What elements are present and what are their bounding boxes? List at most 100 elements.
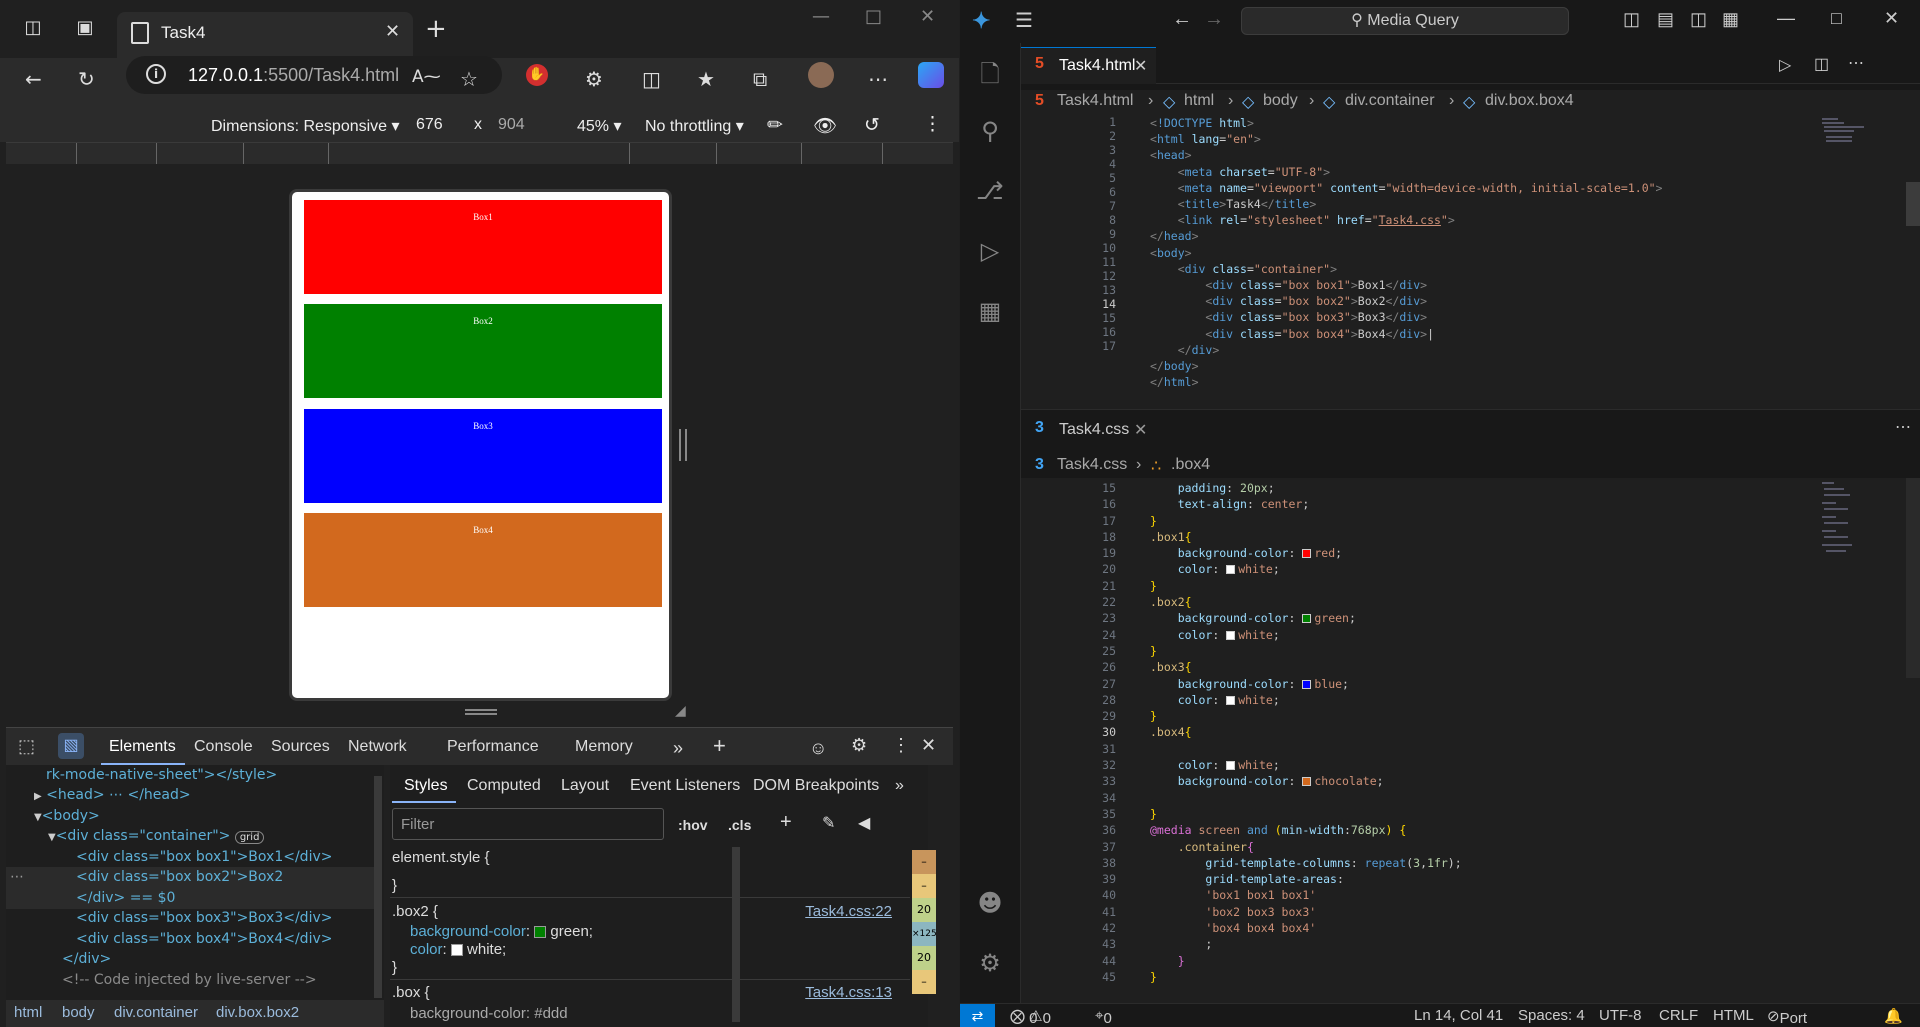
split-screen-icon[interactable]: ◫ [642, 67, 661, 91]
tree-line-container-close[interactable]: </div> [62, 949, 111, 970]
margin-bottom-value[interactable]: – [912, 970, 936, 994]
workspaces-icon[interactable]: ◫ [20, 15, 46, 41]
tree-line-container[interactable]: ▼<div class="container"> grid [48, 826, 265, 849]
html-crumb-0[interactable]: Task4.html [1057, 92, 1133, 110]
toggle-sidebar-icon[interactable]: ◫ [1623, 9, 1640, 30]
css-scrollbar[interactable] [1906, 478, 1920, 678]
maximize-icon[interactable]: □ [865, 6, 882, 27]
run-icon[interactable]: ▷ [1779, 55, 1791, 75]
customize-layout-icon[interactable]: ▦ [1722, 9, 1739, 30]
favorites-icon[interactable]: ★ [697, 67, 715, 91]
tab-console[interactable]: Console [194, 738, 253, 756]
css-minimap[interactable] [1820, 478, 1880, 568]
styles-scrollbar[interactable] [732, 847, 740, 1022]
box2-source-link[interactable]: Task4.css:22 [805, 903, 892, 920]
copilot-icon[interactable] [918, 62, 944, 88]
device-more-icon[interactable]: ⋮ [923, 113, 942, 136]
adblock-icon[interactable]: ✋ [526, 64, 548, 86]
padding-top-value[interactable]: 20 [912, 898, 936, 922]
elements-tree[interactable]: rk-mode-native-sheet"></style> ▶ <head> … [6, 765, 384, 1000]
html-crumb-4[interactable]: div.box.box4 [1485, 92, 1574, 110]
cls-toggle[interactable]: .cls [728, 817, 751, 833]
menu-icon[interactable]: ☰ [1015, 8, 1033, 33]
notifications-icon[interactable]: 🔔 [1884, 1007, 1903, 1025]
new-rule-icon[interactable]: + [780, 811, 792, 834]
accounts-icon[interactable]: ☻ [974, 889, 1006, 921]
close-tab-icon[interactable]: ✕ [385, 21, 400, 42]
tab-layout[interactable]: Layout [561, 777, 609, 795]
live-server-port[interactable]: ⊘ Port : 5500 [1767, 1007, 1807, 1027]
search-icon[interactable]: ⚲ [974, 117, 1006, 149]
crumb-box2[interactable]: div.box.box2 [216, 1004, 299, 1021]
vscode-minimize-icon[interactable]: — [1777, 8, 1795, 29]
width-input[interactable]: 676 [416, 116, 443, 134]
vscode-close-icon[interactable]: ✕ [1884, 8, 1899, 29]
toggle-secondary-sidebar-icon[interactable]: ◫ [1690, 9, 1707, 30]
margin-top-value[interactable]: – [912, 850, 936, 874]
border-value[interactable]: – [912, 874, 936, 898]
browser-tab[interactable]: Task4 ✕ [117, 12, 413, 58]
throttling-select[interactable]: No throttling ▾ [645, 116, 744, 136]
cursor-position[interactable]: Ln 14, Col 41 [1414, 1007, 1503, 1024]
command-center-search[interactable]: ⚲ Media Query [1241, 7, 1569, 35]
tab-event-listeners[interactable]: Event Listeners [630, 777, 740, 795]
nav-forward-icon[interactable]: → [1204, 8, 1224, 31]
indentation[interactable]: Spaces: 4 [1518, 1007, 1585, 1024]
html-crumb-1[interactable]: html [1184, 92, 1214, 110]
run-debug-icon[interactable]: ▷ [974, 237, 1006, 269]
box-source-link[interactable]: Task4.css:13 [805, 984, 892, 1001]
tree-line[interactable]: rk-mode-native-sheet"></style> [46, 765, 277, 786]
vision-icon[interactable]: 👁 [813, 114, 837, 138]
devtools-settings-icon[interactable]: ⚙ [851, 735, 867, 756]
nav-back-icon[interactable]: ← [1172, 8, 1192, 31]
hov-toggle[interactable]: :hov [678, 817, 708, 833]
close-html-tab-icon[interactable]: ✕ [1134, 56, 1147, 76]
padding-bottom-value[interactable]: 20 [912, 946, 936, 970]
grid-badge[interactable]: grid [234, 831, 265, 844]
tab-network[interactable]: Network [348, 738, 407, 756]
source-control-icon[interactable]: ⎇ [974, 177, 1006, 209]
tab-computed[interactable]: Computed [467, 777, 541, 795]
height-input[interactable]: 904 [498, 116, 525, 134]
tab-performance[interactable]: Performance [447, 738, 539, 756]
paint-icon[interactable]: ✎ [822, 813, 835, 833]
media-query-ruler[interactable] [6, 142, 953, 165]
encoding[interactable]: UTF-8 [1599, 1007, 1642, 1024]
new-tab-button[interactable]: + [425, 14, 447, 44]
device-emulation-icon[interactable]: ▧ [58, 733, 84, 759]
tab-styles[interactable]: Styles [404, 777, 448, 795]
html-minimap[interactable] [1820, 114, 1880, 154]
more-tabs-icon[interactable]: » [673, 738, 683, 759]
extensions-icon[interactable]: ⚙ [585, 67, 603, 91]
eyedropper-icon[interactable]: ✏ [767, 114, 783, 137]
collections-icon[interactable]: ⧉ [753, 67, 767, 91]
content-size-value[interactable]: ×125 [912, 922, 937, 946]
styles-more-icon[interactable]: » [895, 777, 904, 795]
ports-indicator[interactable]: ⌖ 0 [1095, 1007, 1112, 1027]
tab-sources[interactable]: Sources [271, 738, 330, 756]
styles-filter-input[interactable]: Filter [392, 808, 664, 840]
zoom-select[interactable]: 45% ▾ [577, 116, 622, 136]
tree-line-box2-selected[interactable]: <div class="box box2">Box2 [6, 867, 382, 888]
inspect-icon[interactable]: ⬚ [18, 736, 35, 757]
refresh-icon[interactable]: ↻ [78, 67, 95, 91]
tab-task4-html[interactable]: 5 Task4.html ✕ [1021, 47, 1156, 84]
html-editor[interactable]: 1 2 3 4 5 6 7 8 9 10 11 12 13 14 15 16 17 <!DOCTYPE html… [1021, 114, 1920, 409]
extensions-icon[interactable]: ▦ [974, 297, 1006, 329]
white-swatch[interactable] [450, 944, 463, 957]
css-crumb-1[interactable]: .box4 [1171, 456, 1210, 474]
feedback-icon[interactable]: ☺ [809, 738, 827, 759]
split-editor-icon[interactable]: ◫ [1814, 54, 1829, 74]
toggle-panel-icon[interactable]: ▤ [1657, 9, 1674, 30]
dimensions-select[interactable]: Dimensions: Responsive ▾ [211, 116, 400, 136]
add-tab-icon[interactable]: + [713, 733, 726, 759]
elements-scrollbar[interactable] [374, 776, 382, 998]
language-mode[interactable]: HTML [1713, 1007, 1754, 1024]
manage-gear-icon[interactable]: ⚙ [974, 949, 1006, 981]
tree-line-box1[interactable]: <div class="box box1">Box1</div> [76, 847, 332, 868]
tab-elements[interactable]: Elements [109, 738, 176, 756]
html-crumb-3[interactable]: div.container [1345, 92, 1435, 110]
box-selector[interactable]: .box { [392, 984, 430, 1002]
resize-handle-right[interactable] [679, 429, 687, 461]
read-aloud-icon[interactable]: A⁓ [412, 67, 441, 87]
